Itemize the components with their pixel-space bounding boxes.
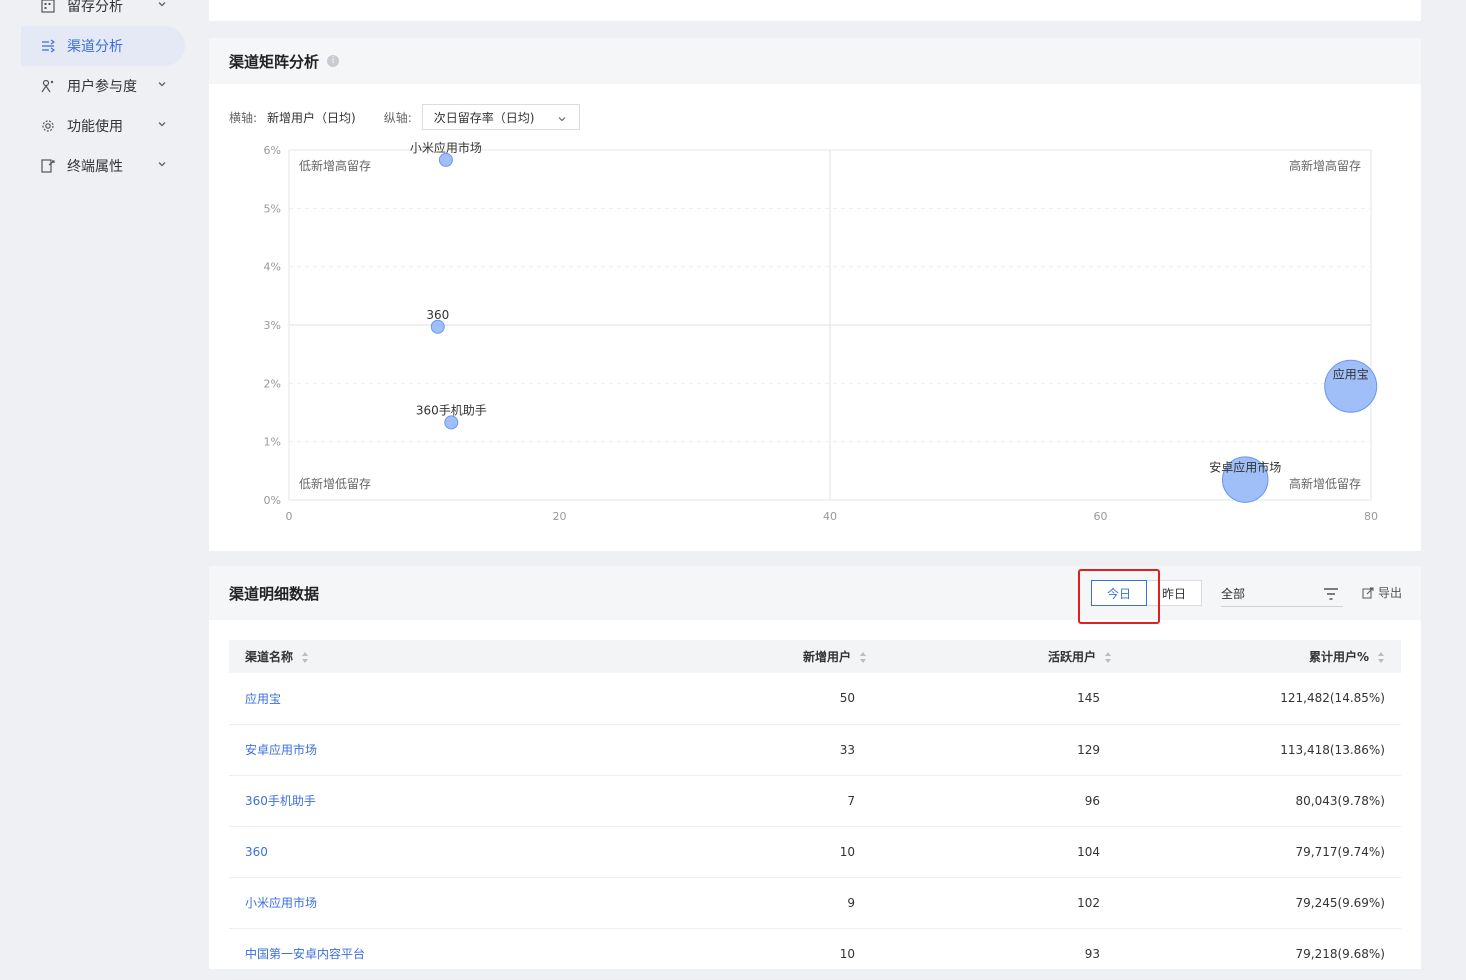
channel-link[interactable]: 360 (245, 845, 268, 859)
sort-icon[interactable] (301, 651, 309, 664)
channel-link[interactable]: 小米应用市场 (245, 896, 317, 910)
export-button[interactable]: 导出 (1362, 584, 1402, 601)
sidebar-item-label: 终端属性 (67, 159, 123, 175)
cumulative-users-cell: 79,717(9.74%) (1295, 844, 1385, 859)
quadrant-bottom-right: 高新增低留存 (1289, 476, 1361, 491)
active-users-cell: 145 (1077, 691, 1100, 706)
channel-link[interactable]: 应用宝 (245, 692, 281, 706)
quadrant-bottom-left: 低新增低留存 (299, 476, 371, 491)
channel-link[interactable]: 安卓应用市场 (245, 743, 317, 757)
x-tick-label: 0 (286, 510, 293, 523)
quadrant-top-right: 高新增高留存 (1289, 158, 1361, 173)
x-tick-label: 40 (823, 510, 837, 523)
channel-detail-table: 渠道名称 新增用户 活跃用户 累计用户% 应用宝 50 145 121,482(… (229, 640, 1401, 980)
channel-link[interactable]: 360手机助手 (245, 794, 316, 808)
retention-grid-icon (41, 0, 55, 13)
active-users-cell: 93 (1084, 946, 1100, 961)
sort-icon[interactable] (1377, 651, 1385, 664)
sort-icon[interactable] (1104, 651, 1112, 664)
new-users-cell: 7 (847, 793, 855, 808)
quadrant-top-left: 低新增高留存 (299, 158, 371, 173)
channel-matrix-chart: 0% 1% 2% 3% 4% 5% 6% 0 20 40 60 80 低新增高留存 高新增高留存 低新… (264, 140, 1378, 523)
cumulative-users-cell: 121,482(14.85%) (1280, 691, 1385, 706)
sidebar-item-engagement[interactable]: 用户参与度 (21, 66, 185, 106)
filter-icon[interactable] (1323, 587, 1339, 601)
active-users-cell: 104 (1077, 844, 1100, 859)
user-engagement-icon (41, 79, 55, 93)
new-users-cell: 33 (839, 742, 855, 757)
cumulative-users-cell: 79,245(9.69%) (1295, 895, 1385, 910)
export-icon (1362, 587, 1374, 598)
sidebar-item-label: 用户参与度 (67, 79, 137, 95)
active-users-cell: 129 (1077, 742, 1100, 757)
table-row: 360手机助手 7 96 80,043(9.78%) (229, 775, 1401, 826)
table-row: 安卓应用市场 33 129 113,418(13.86%) (229, 724, 1401, 775)
column-header-active-users[interactable]: 活跃用户 (883, 640, 1128, 673)
channel-detail-card: 渠道明细数据 昨日 今日 全部 导出 渠道名称 新增用户 活跃用户 累计用户% … (209, 566, 1421, 979)
point-label: 小米应用市场 (410, 140, 482, 155)
sidebar-item-label: 渠道分析 (67, 39, 123, 55)
x-tick-label: 60 (1094, 510, 1108, 523)
point-label: 安卓应用市场 (1209, 460, 1281, 475)
column-header-new-users[interactable]: 新增用户 (621, 640, 883, 673)
channel-link[interactable]: 中国第一安卓内容平台 (245, 947, 365, 961)
gear-icon (41, 119, 55, 133)
range-select-value: 全部 (1221, 586, 1246, 601)
column-header-channel[interactable]: 渠道名称 (229, 640, 621, 673)
sidebar-item-feature-usage[interactable]: 功能使用 (21, 106, 185, 146)
scatter-point (444, 415, 459, 430)
active-users-cell: 96 (1084, 793, 1100, 808)
chevron-down-icon (157, 159, 167, 169)
sidebar-item-device[interactable]: 终端属性 (21, 146, 185, 186)
chevron-down-icon (157, 79, 167, 89)
cumulative-users-cell: 113,418(13.86%) (1280, 742, 1385, 757)
y-tick-label: 6% (264, 144, 281, 157)
table-row: 360 10 104 79,717(9.74%) (229, 826, 1401, 877)
previous-card (209, 0, 1421, 21)
column-header-cumulative-users[interactable]: 累计用户% (1128, 640, 1401, 673)
range-select[interactable]: 全部 (1221, 580, 1343, 607)
x-tick-label: 80 (1364, 510, 1378, 523)
channel-icon (41, 39, 55, 53)
new-users-cell: 50 (839, 691, 855, 706)
table-row: 应用宝 50 145 121,482(14.85%) (229, 673, 1401, 724)
y-tick-label: 1% (264, 436, 281, 449)
x-tick-label: 20 (553, 510, 567, 523)
table-header-row: 渠道名称 新增用户 活跃用户 累计用户% (229, 640, 1401, 673)
sidebar-item-label: 留存分析 (67, 0, 123, 15)
table-row: 小米应用市场 9 102 79,245(9.69%) (229, 877, 1401, 928)
new-users-cell: 10 (839, 946, 855, 961)
point-label: 360 (426, 308, 449, 322)
sidebar-item-label: 功能使用 (67, 119, 123, 135)
point-label: 360手机助手 (416, 403, 487, 417)
cumulative-users-cell: 79,218(9.68%) (1295, 946, 1385, 961)
cumulative-users-cell: 80,043(9.78%) (1295, 793, 1385, 808)
y-tick-label: 3% (264, 319, 281, 332)
channel-detail-title: 渠道明细数据 (229, 585, 320, 603)
new-users-cell: 9 (847, 895, 855, 910)
new-users-cell: 10 (839, 844, 855, 859)
channel-detail-header: 渠道明细数据 昨日 今日 全部 导出 (209, 566, 1421, 624)
y-tick-label: 0% (264, 494, 281, 507)
y-tick-label: 5% (264, 202, 281, 215)
scatter-point (430, 319, 445, 334)
sidebar-item-retention[interactable]: 留存分析 (21, 0, 185, 26)
highlight-box (1078, 569, 1160, 624)
sidebar-item-channel[interactable]: 渠道分析 (21, 26, 185, 66)
chevron-down-icon (157, 0, 167, 9)
channel-matrix-card: 渠道矩阵分析 i 横轴: 新增用户（日均) 纵轴: 次日留存率（日均) 0% 1%… (209, 38, 1421, 551)
sidebar: 留存分析 渠道分析 用户参与度 功能使用 终端属性 (0, 0, 200, 969)
point-label: 应用宝 (1333, 366, 1369, 381)
sort-icon[interactable] (859, 651, 867, 664)
table-row: 中国第一安卓内容平台 10 93 79,218(9.68%) (229, 928, 1401, 979)
export-label: 导出 (1378, 586, 1403, 600)
scatter-point (438, 152, 453, 167)
chevron-down-icon (157, 119, 167, 129)
y-tick-label: 2% (264, 377, 281, 390)
y-tick-label: 4% (264, 261, 281, 274)
device-icon (41, 159, 55, 173)
active-users-cell: 102 (1077, 895, 1100, 910)
